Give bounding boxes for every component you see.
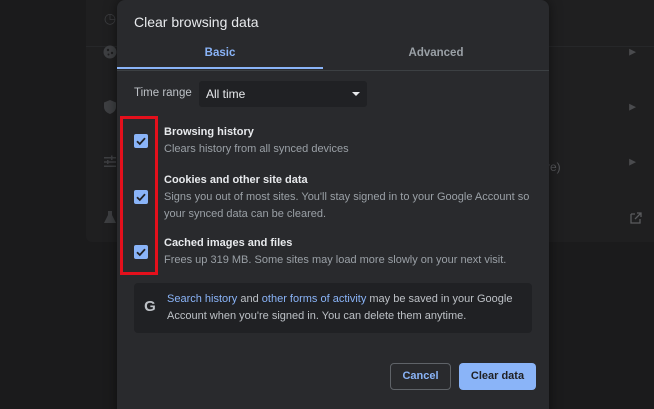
- sliders-icon: [102, 154, 118, 170]
- option-description: Signs you out of most sites. You'll stay…: [164, 191, 530, 220]
- clear-browsing-data-dialog: Clear browsing data Basic Advanced Time …: [117, 0, 549, 409]
- google-g-icon: G: [144, 298, 156, 315]
- caret-down-icon: [352, 92, 360, 96]
- option-title: Browsing history: [164, 126, 254, 138]
- chevron-right-icon: ▶: [629, 101, 636, 112]
- dialog-title: Clear browsing data: [134, 14, 259, 30]
- cancel-button[interactable]: Cancel: [390, 363, 451, 390]
- other-activity-link[interactable]: other forms of activity: [262, 293, 367, 305]
- tab-selected-indicator: [117, 67, 323, 69]
- option-title: Cookies and other site data: [164, 174, 308, 186]
- sync-notice: G Search history and other forms of acti…: [134, 283, 532, 333]
- tab-basic[interactable]: Basic: [117, 40, 323, 70]
- time-range-select[interactable]: All time: [199, 81, 367, 107]
- time-range-label: Time range: [134, 87, 192, 99]
- tab-bar: Basic Advanced: [117, 40, 549, 71]
- chevron-right-icon: ▶: [629, 156, 636, 167]
- option-description: Clears history from all synced devices: [164, 143, 349, 155]
- flask-icon: [102, 209, 118, 225]
- external-link-icon: [630, 211, 642, 224]
- option-description: Frees up 319 MB. Some sites may load mor…: [164, 254, 507, 266]
- clear-data-button[interactable]: Clear data: [459, 363, 536, 390]
- sync-text-part: and: [237, 293, 262, 305]
- search-history-link[interactable]: Search history: [167, 293, 237, 305]
- shield-icon: [102, 99, 118, 115]
- chevron-right-icon: ▶: [629, 46, 636, 57]
- sync-notice-text: Search history and other forms of activi…: [167, 291, 527, 325]
- checkbox-highlight-annotation: [120, 116, 158, 275]
- option-title: Cached images and files: [164, 237, 293, 249]
- tab-advanced[interactable]: Advanced: [333, 40, 539, 70]
- time-range-value: All time: [206, 87, 246, 101]
- cookie-icon: [102, 44, 118, 60]
- page: ◷ ▶ ▶ ▶ re) Clear browsing data Basic Ad…: [0, 0, 654, 409]
